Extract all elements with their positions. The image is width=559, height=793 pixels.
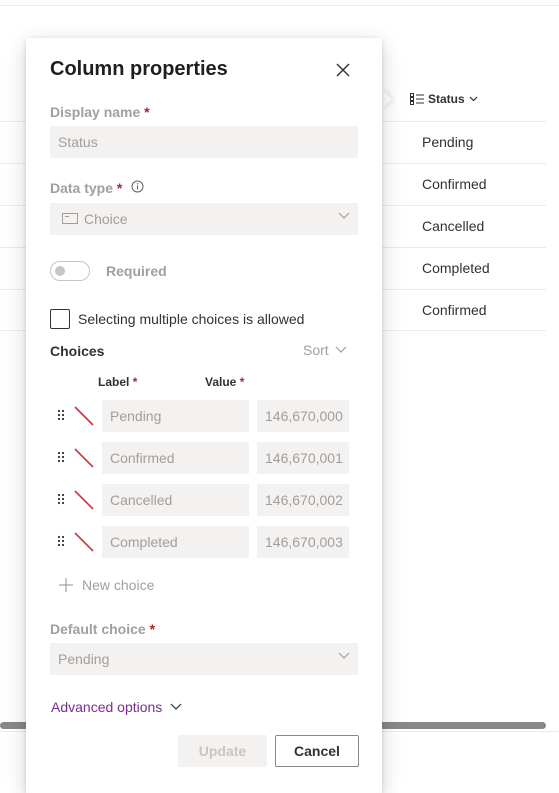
choice-value-field[interactable]: 146,670,002: [257, 484, 349, 516]
choices-heading: Choices: [50, 343, 105, 359]
close-button[interactable]: [333, 60, 353, 80]
multiple-choices-checkbox[interactable]: [50, 309, 70, 329]
chevron-down-icon: [170, 703, 182, 710]
choice-value-field[interactable]: 146,670,003: [257, 526, 349, 558]
close-icon: [336, 63, 350, 77]
default-choice-value: Pending: [58, 651, 110, 667]
drag-handle-icon[interactable]: [57, 493, 65, 505]
drag-handle-icon[interactable]: [57, 451, 65, 463]
choice-row: Pending 146,670,000: [50, 400, 360, 432]
default-choice-dropdown[interactable]: Pending: [50, 643, 358, 675]
table-cell-status: Completed: [422, 260, 490, 276]
required-toggle[interactable]: [50, 261, 90, 281]
choice-column-icon: [410, 93, 424, 105]
multiple-choices-label: Selecting multiple choices is allowed: [78, 311, 305, 327]
choice-value-field[interactable]: 146,670,000: [257, 400, 349, 432]
required-toggle-label: Required: [106, 263, 167, 279]
column-header-label: Status: [428, 92, 465, 106]
choice-label-field[interactable]: Cancelled: [102, 484, 249, 516]
advanced-options-link[interactable]: Advanced options: [51, 699, 182, 715]
table-cell-status: Pending: [422, 134, 474, 150]
choice-label-field[interactable]: Completed: [102, 526, 249, 558]
required-asterisk: *: [116, 180, 123, 196]
chevron-down-icon: [469, 96, 478, 102]
choice-type-icon: [62, 213, 78, 224]
required-asterisk: *: [149, 621, 156, 637]
plus-icon: [59, 578, 73, 592]
choice-row: Confirmed 146,670,001: [50, 442, 360, 474]
drag-handle-icon[interactable]: [57, 535, 65, 547]
choice-row: Cancelled 146,670,002: [50, 484, 360, 516]
new-choice-label: New choice: [82, 577, 155, 593]
column-properties-panel: Column properties Display name * Status …: [26, 38, 382, 793]
table-cell-status: Cancelled: [422, 218, 485, 234]
choice-row: Completed 146,670,003: [50, 526, 360, 558]
new-choice-button[interactable]: New choice: [58, 577, 154, 593]
toggle-knob: [55, 266, 65, 276]
choice-value-field[interactable]: 146,670,001: [257, 442, 349, 474]
label-column-header: Label *: [98, 375, 138, 389]
info-icon[interactable]: [131, 180, 144, 193]
update-button[interactable]: Update: [178, 735, 267, 767]
chevron-down-icon: [335, 346, 347, 353]
drag-handle-icon[interactable]: [57, 409, 65, 421]
display-name-field[interactable]: Status: [50, 126, 358, 158]
data-type-label: Data type *: [50, 180, 123, 196]
panel-title: Column properties: [50, 58, 228, 80]
background-divider: [0, 5, 559, 6]
color-swatch-icon[interactable]: [74, 406, 94, 426]
value-column-header: Value *: [205, 375, 245, 389]
display-name-label: Display name *: [50, 104, 150, 120]
choice-label-field[interactable]: Pending: [102, 400, 249, 432]
advanced-options-label: Advanced options: [51, 699, 163, 715]
color-swatch-icon[interactable]: [74, 448, 94, 468]
chevron-down-icon: [338, 212, 350, 219]
color-swatch-icon[interactable]: [74, 490, 94, 510]
default-choice-label: Default choice *: [50, 621, 156, 637]
required-asterisk: *: [144, 104, 150, 120]
table-cell-status: Confirmed: [422, 176, 487, 192]
sort-label: Sort: [303, 342, 329, 358]
color-swatch-icon[interactable]: [74, 532, 94, 552]
cancel-button[interactable]: Cancel: [275, 735, 359, 767]
display-name-value: Status: [58, 134, 98, 150]
table-cell-status: Confirmed: [422, 302, 487, 318]
data-type-value: Choice: [84, 211, 128, 227]
column-header-status[interactable]: Status: [410, 88, 478, 110]
choice-label-field[interactable]: Confirmed: [102, 442, 249, 474]
data-type-dropdown[interactable]: Choice: [50, 203, 358, 235]
chevron-down-icon: [338, 652, 350, 659]
sort-button[interactable]: Sort: [303, 342, 347, 358]
